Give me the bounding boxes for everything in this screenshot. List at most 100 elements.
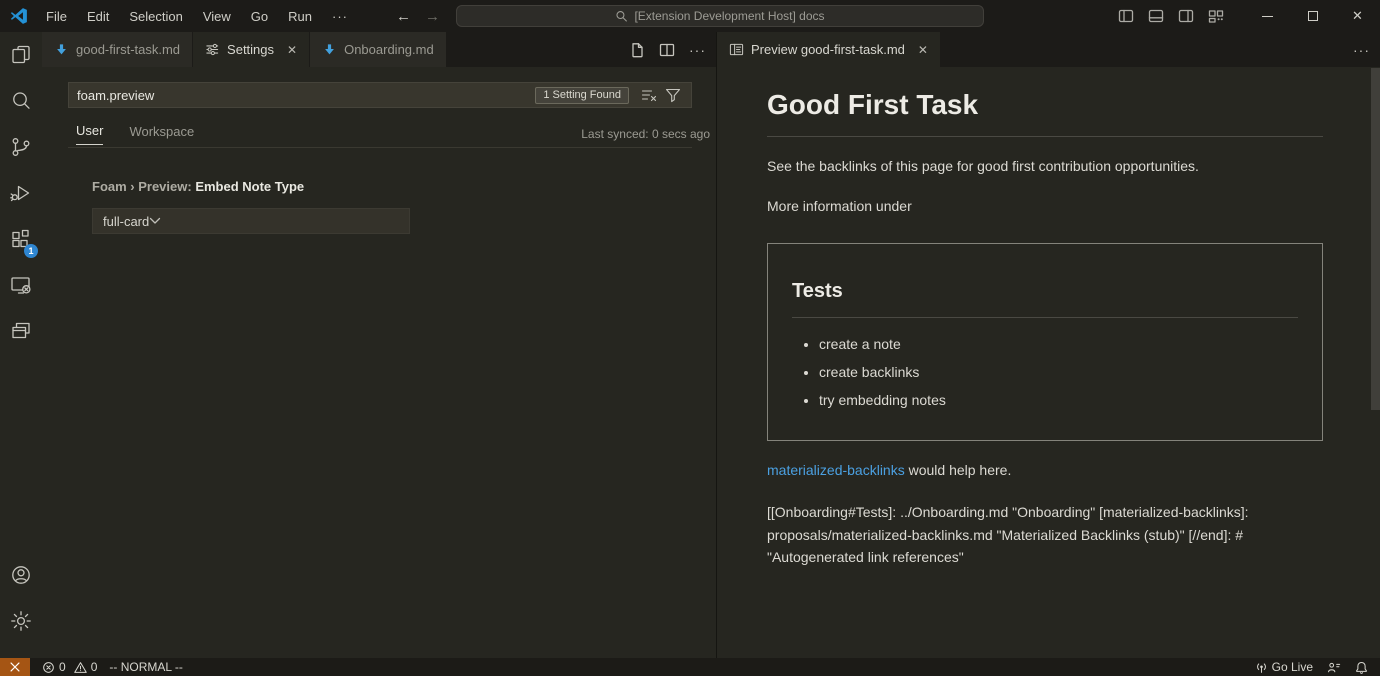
problems-indicator[interactable]: 0 0 [42,660,97,674]
sidebar-item-remote-explorer[interactable] [0,262,42,308]
accounts-button[interactable] [0,552,42,598]
settings-gear-button[interactable] [0,598,42,644]
menu-selection[interactable]: Selection [121,5,190,28]
sidebar-item-source-control[interactable] [0,124,42,170]
split-editor-icon[interactable] [659,42,675,58]
settings-scope-tabs: User Workspace Last synced: 0 secs ago [76,122,710,146]
scope-tab-user[interactable]: User [76,123,103,145]
sidebar-item-extensions[interactable]: 1 [0,216,42,262]
menu-go[interactable]: Go [243,5,276,28]
close-tab-icon[interactable]: ✕ [287,43,297,57]
menu-view[interactable]: View [195,5,239,28]
list-item: try embedding notes [819,390,1298,411]
toggle-panel-bottom-icon[interactable] [1148,8,1164,24]
tab-preview-good-first-task[interactable]: Preview good-first-task.md ✕ [717,32,941,67]
feedback-button[interactable] [1327,661,1341,674]
menu-edit[interactable]: Edit [79,5,117,28]
settings-results-badge: 1 Setting Found [535,87,629,104]
settings-divider [68,147,692,148]
select-value: full-card [103,214,149,229]
command-center-label: [Extension Development Host] docs [634,9,824,23]
minimize-button[interactable] [1245,0,1290,32]
menu-run[interactable]: Run [280,5,320,28]
preview-scrollbar-thumb[interactable] [1371,68,1380,410]
chevron-down-icon [149,217,161,225]
notifications-button[interactable] [1355,661,1368,674]
sidebar-item-windows[interactable] [0,308,42,354]
open-settings-json-icon[interactable] [629,42,645,58]
search-icon [615,10,628,23]
last-synced-label: Last synced: 0 secs ago [581,127,710,141]
embedded-note-list: create a note create backlinks try embed… [792,334,1298,411]
preview-intro: See the backlinks of this page for good … [767,156,1323,177]
minimize-icon [1262,16,1273,17]
sidebar-item-explorer[interactable] [0,32,42,78]
remote-indicator[interactable] [0,658,30,676]
forward-arrow-icon[interactable]: → [425,8,440,25]
maximize-button[interactable] [1290,0,1335,32]
window-controls: ✕ [1245,0,1380,32]
sidebar-item-search[interactable] [0,78,42,124]
more-actions-icon[interactable]: ··· [1353,42,1370,58]
preview-title: Good First Task [767,84,1323,137]
accounts-icon [9,563,33,587]
right-editor-actions: ··· [1353,32,1370,67]
gear-icon [9,609,33,633]
error-count: 0 [59,660,66,674]
run-debug-icon [9,181,33,205]
editor-group-left: good-first-task.md Settings ✕ Onboarding… [42,32,716,658]
close-icon: ✕ [1352,8,1363,24]
sidebar-item-run-debug[interactable] [0,170,42,216]
markdown-preview: Good First Task See the backlinks of thi… [717,67,1380,658]
embedded-note-card: Tests create a note create backlinks try… [767,243,1323,441]
customize-layout-icon[interactable] [1208,8,1224,24]
error-icon [42,661,55,674]
menu-file[interactable]: File [38,5,75,28]
feedback-person-icon [1327,661,1341,674]
list-item: create backlinks [819,362,1298,383]
materialized-backlinks-link[interactable]: materialized-backlinks [767,462,905,478]
filter-funnel-icon[interactable] [665,87,681,103]
tab-onboarding[interactable]: Onboarding.md [310,32,447,67]
settings-search-bar: 1 Setting Found [68,82,692,108]
toggle-panel-left-icon[interactable] [1118,8,1134,24]
tab-label: Settings [227,42,274,57]
go-live-button[interactable]: Go Live [1255,660,1313,674]
tab-label: Preview good-first-task.md [751,42,905,57]
embed-note-type-select[interactable]: full-card [92,208,410,234]
markdown-file-icon [54,42,69,57]
setting-title: Foam › Preview: Embed Note Type [92,179,304,194]
link-suffix-text: would help here. [905,462,1012,478]
toggle-panel-right-icon[interactable] [1178,8,1194,24]
right-tabbar: Preview good-first-task.md ✕ ··· [717,32,1380,67]
warning-count: 0 [91,660,98,674]
menubar: File Edit Selection View Go Run ··· [38,5,356,28]
left-editor-actions: ··· [629,32,706,67]
close-window-button[interactable]: ✕ [1335,0,1380,32]
remote-icon [8,660,22,674]
more-actions-icon[interactable]: ··· [689,42,706,58]
command-center-search[interactable]: [Extension Development Host] docs [456,5,984,27]
menu-overflow-ellipsis-icon[interactable]: ··· [324,5,356,28]
settings-search-input[interactable] [69,88,535,103]
clear-filters-icon[interactable] [641,87,657,103]
tab-settings[interactable]: Settings ✕ [193,32,310,67]
maximize-icon [1308,11,1318,21]
preview-more-info: More information under [767,196,1323,217]
vim-mode-indicator[interactable]: -- NORMAL -- [109,660,183,674]
source-control-icon [9,135,33,159]
setting-name-label: Embed Note Type [195,179,304,194]
stacked-windows-icon [9,319,33,343]
tab-label: good-first-task.md [76,42,180,57]
scope-tab-workspace[interactable]: Workspace [129,124,194,145]
layout-controls [1118,0,1224,32]
tab-label: Onboarding.md [344,42,434,57]
remote-explorer-icon [9,273,33,297]
back-arrow-icon[interactable]: ← [396,8,411,25]
close-tab-icon[interactable]: ✕ [918,43,928,57]
vim-mode-label: -- NORMAL -- [109,660,183,674]
preview-link-paragraph: materialized-backlinks would help here. [767,460,1323,481]
explorer-icon [9,43,33,67]
history-navigation: ← → [396,0,440,32]
tab-good-first-task[interactable]: good-first-task.md [42,32,193,67]
